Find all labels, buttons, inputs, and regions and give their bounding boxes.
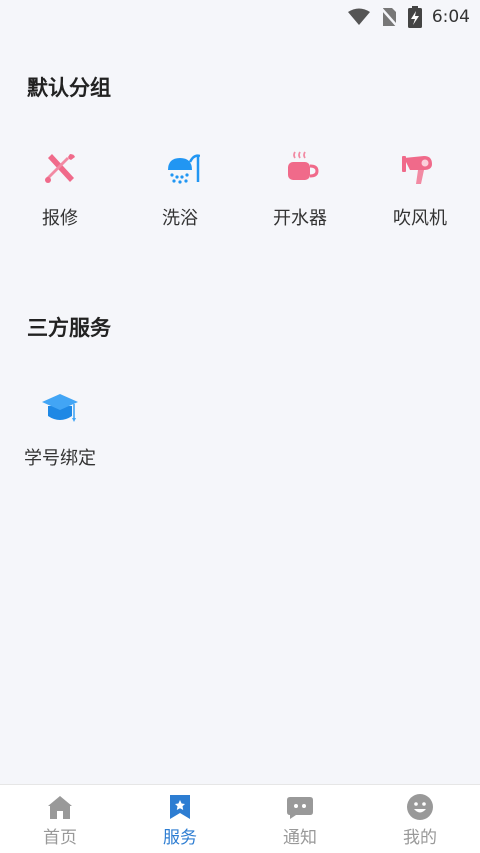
service-item-repair[interactable]: 报修 (0, 148, 120, 230)
section-title-third-party: 三方服务 (27, 316, 111, 340)
service-item-shower[interactable]: 洗浴 (120, 148, 240, 230)
hot-water-cup-icon (288, 151, 319, 180)
status-time: 6:04 (431, 7, 470, 27)
service-item-hot-water[interactable]: 开水器 (240, 148, 360, 230)
section-title-default-group: 默认分组 (27, 76, 111, 100)
no-sim-icon (379, 7, 398, 27)
service-label-hot-water: 开水器 (273, 208, 327, 229)
profile-face-icon (407, 794, 433, 820)
tab-label-home: 首页 (43, 828, 77, 848)
tab-home[interactable]: 首页 (0, 785, 120, 853)
graduation-cap-icon (42, 394, 78, 422)
battery-charging-icon (407, 6, 422, 28)
wifi-icon (347, 8, 370, 25)
home-icon (48, 796, 72, 819)
bottom-tab-bar: 首页 服务 通知 我的 (0, 784, 480, 853)
service-label-repair: 报修 (42, 208, 78, 229)
status-bar: 6:04 (0, 0, 480, 34)
hair-dryer-icon (402, 156, 432, 184)
repair-tools-icon (45, 154, 75, 183)
status-icons: 6:04 (347, 6, 470, 28)
message-icon (287, 797, 313, 819)
service-label-student-id-binding: 学号绑定 (24, 448, 96, 469)
tab-service[interactable]: 服务 (120, 785, 240, 853)
service-item-student-id-binding[interactable]: 学号绑定 (0, 388, 120, 470)
tab-label-service: 服务 (163, 828, 197, 848)
tab-label-profile: 我的 (403, 828, 437, 848)
service-item-hair-dryer[interactable]: 吹风机 (360, 148, 480, 230)
service-bookmark-icon (170, 795, 190, 819)
service-label-shower: 洗浴 (162, 208, 198, 229)
tab-notifications[interactable]: 通知 (240, 785, 360, 853)
service-label-hair-dryer: 吹风机 (393, 208, 447, 229)
shower-icon (168, 154, 200, 184)
tab-profile[interactable]: 我的 (360, 785, 480, 853)
tab-label-notifications: 通知 (283, 828, 317, 848)
